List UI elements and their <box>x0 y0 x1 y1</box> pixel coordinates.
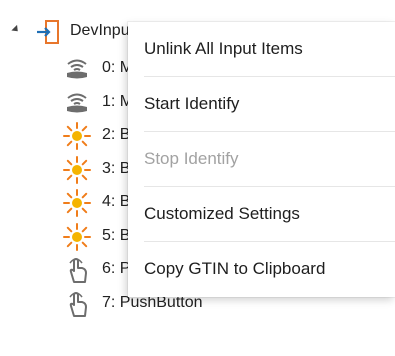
brightness-sensor-icon <box>62 188 92 218</box>
start-identify-menu-item[interactable]: Start Identify <box>128 77 395 131</box>
stop-identify-menu-item: Stop Identify <box>144 149 239 168</box>
device-input-icon <box>34 18 62 46</box>
copy-gtin-menu-item[interactable]: Copy GTIN to Clipboard <box>128 242 395 296</box>
brightness-sensor-icon <box>62 121 92 151</box>
tree-item-label: 3: B <box>102 159 131 177</box>
tree-item-label: 2: B <box>102 126 131 143</box>
push-button-icon <box>62 289 92 319</box>
motion-sensor-icon <box>62 54 92 84</box>
push-button-icon <box>62 255 92 285</box>
context-menu: Unlink All Input Items Start Identify Stop… <box>128 22 395 297</box>
tree-item-label: 5: B <box>102 226 131 244</box>
brightness-sensor-icon <box>62 155 92 185</box>
tree-item-label: 4: B <box>102 193 131 210</box>
unlink-all-input-items-menu-item[interactable]: Unlink All Input Items <box>128 22 395 76</box>
motion-sensor-icon <box>62 88 92 118</box>
brightness-sensor-icon <box>62 222 92 252</box>
customized-settings-menu-item[interactable]: Customized Settings <box>128 187 395 241</box>
